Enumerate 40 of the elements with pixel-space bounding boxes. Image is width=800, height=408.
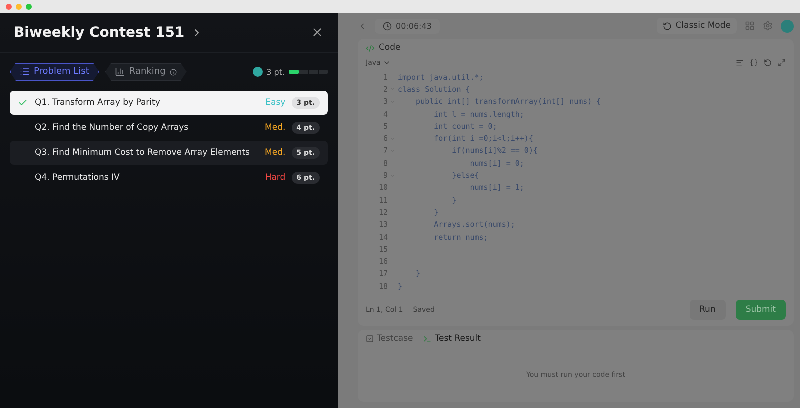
difficulty-label: Med. (265, 123, 286, 133)
tab[interactable]: Problem List (10, 63, 100, 81)
braces-icon[interactable] (750, 59, 758, 67)
timer[interactable]: 00:06:43 (375, 18, 440, 34)
problem-title: Q4. Permutations IV (35, 173, 121, 183)
close-dot[interactable] (6, 4, 12, 10)
tab[interactable]: Testcase (366, 334, 414, 344)
tab[interactable]: Ranking (105, 63, 187, 81)
bar-chart-icon (115, 67, 126, 77)
problem-title: Q3. Find Minimum Cost to Remove Array Elements (35, 148, 251, 158)
terminal-icon (423, 334, 432, 344)
run-button[interactable]: Run (690, 300, 726, 320)
submit-button[interactable]: Submit (736, 300, 786, 320)
format-icon[interactable] (736, 59, 744, 67)
difficulty-label: Hard (265, 173, 286, 183)
score-text: 3 pt. (266, 68, 285, 76)
contest-title[interactable]: Biweekly Contest 151 (14, 24, 185, 40)
back-icon[interactable] (358, 22, 367, 30)
checkbox-icon (366, 335, 374, 344)
problem-title: Q1. Transform Array by Parity (35, 98, 162, 108)
maximize-dot[interactable] (26, 4, 32, 10)
close-icon[interactable] (311, 26, 324, 39)
layout-icon[interactable] (745, 21, 755, 31)
panel-title: Code (379, 43, 401, 53)
difficulty-label: Med. (265, 148, 286, 158)
reset-icon[interactable] (764, 59, 772, 67)
code-icon (366, 44, 375, 52)
mode-button[interactable]: Classic Mode (656, 18, 737, 34)
minimize-dot[interactable] (16, 4, 22, 10)
avatar-icon (252, 67, 263, 77)
list-icon (20, 67, 30, 77)
expand-icon[interactable] (778, 59, 786, 67)
undo-icon (662, 22, 672, 30)
settings-icon[interactable] (763, 21, 773, 31)
tab[interactable]: Test Result (423, 334, 481, 344)
difficulty-label: Easy (266, 98, 286, 108)
caret-icon[interactable] (382, 59, 391, 67)
clock-icon (383, 22, 392, 30)
info-icon[interactable] (170, 68, 177, 76)
problem-title: Q2. Find the Number of Copy Arrays (35, 123, 190, 133)
